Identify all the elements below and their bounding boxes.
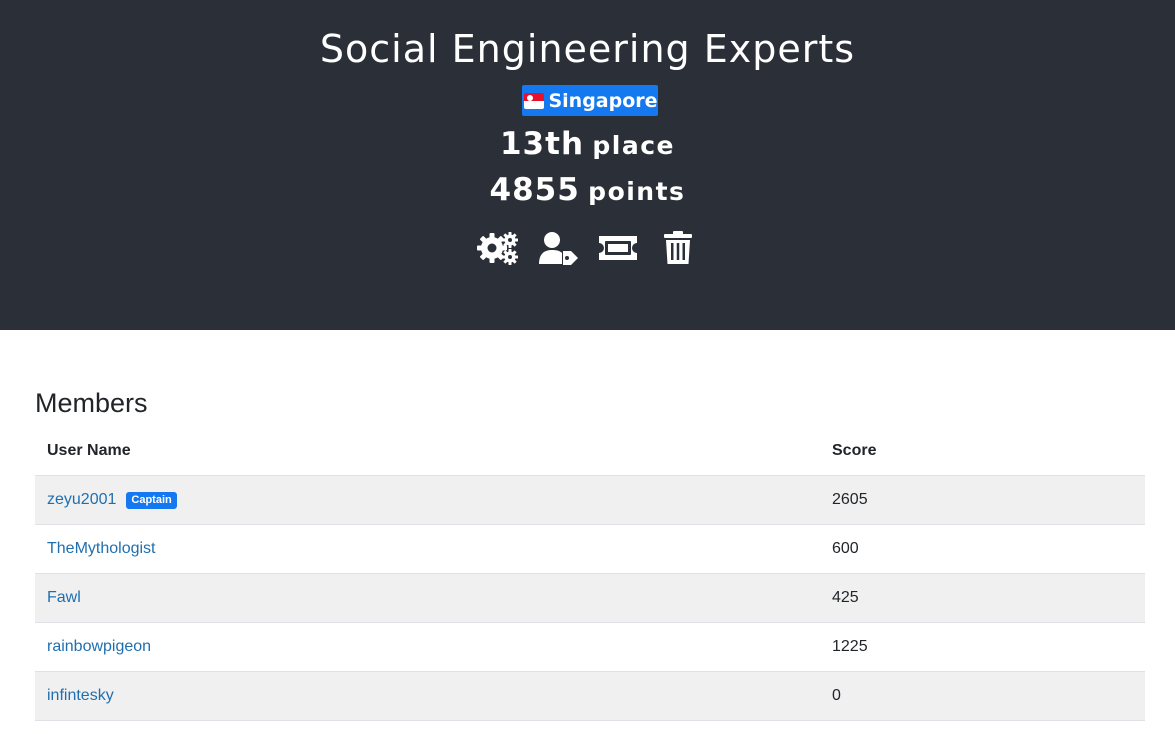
column-header-user-name: User Name <box>35 427 820 476</box>
user-tag-icon <box>538 232 578 265</box>
member-name-cell: TheMythologist <box>35 524 820 574</box>
member-link[interactable]: zeyu2001 <box>47 491 116 508</box>
country-badge: Singapore <box>522 85 658 116</box>
member-score: 0 <box>820 671 1145 721</box>
captain-button[interactable] <box>537 230 579 266</box>
team-header: Social Engineering Experts Singapore 13t… <box>0 0 1175 330</box>
table-row: TheMythologist 600 <box>35 524 1145 574</box>
points-number: 4855 <box>489 172 580 208</box>
member-link[interactable]: Fawl <box>47 589 81 606</box>
members-table: User Name Score zeyu2001 Captain 2605 The… <box>35 427 1145 721</box>
member-score: 600 <box>820 524 1145 574</box>
captain-badge: Captain <box>126 491 177 509</box>
table-row: zeyu2001 Captain 2605 <box>35 475 1145 525</box>
country-label: Singapore <box>548 89 658 112</box>
member-link[interactable]: infintesky <box>47 687 114 704</box>
place-word: place <box>592 131 675 160</box>
member-score: 2605 <box>820 475 1145 525</box>
table-row: infintesky 0 <box>35 671 1145 721</box>
member-name-cell: infintesky <box>35 671 820 721</box>
team-actions <box>0 230 1175 266</box>
gears-icon <box>476 232 518 265</box>
table-row: rainbowpigeon 1225 <box>35 622 1145 672</box>
trash-icon <box>663 231 692 264</box>
team-name: Social Engineering Experts <box>319 27 856 71</box>
column-header-score: Score <box>820 427 1145 476</box>
members-heading: Members <box>35 388 148 418</box>
delete-team-button[interactable] <box>657 230 699 266</box>
points-word: points <box>588 177 686 206</box>
ticket-icon <box>598 236 637 260</box>
place-number: 13th <box>499 126 585 162</box>
member-link[interactable]: TheMythologist <box>47 540 156 557</box>
member-name-cell: zeyu2001 Captain <box>35 475 820 525</box>
member-score: 1225 <box>820 622 1145 672</box>
table-header-row: User Name Score <box>35 427 1145 476</box>
settings-button[interactable] <box>476 230 519 266</box>
member-link[interactable]: rainbowpigeon <box>47 638 151 655</box>
team-place: 13th place <box>0 122 1175 168</box>
singapore-flag-icon <box>524 92 545 109</box>
member-score: 425 <box>820 573 1145 623</box>
table-row: Fawl 425 <box>35 573 1145 623</box>
invite-ticket-button[interactable] <box>597 230 639 266</box>
team-points: 4855 points <box>0 168 1175 214</box>
member-name-cell: rainbowpigeon <box>35 622 820 672</box>
member-name-cell: Fawl <box>35 573 820 623</box>
